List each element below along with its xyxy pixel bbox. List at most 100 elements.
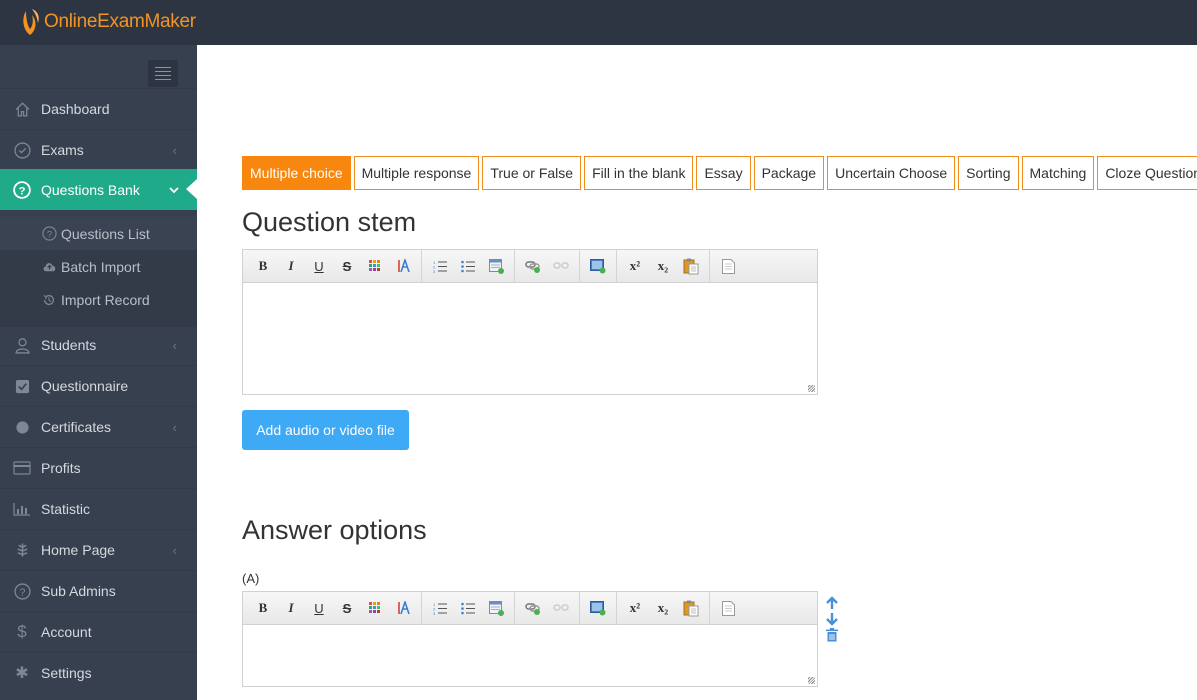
tab-uncertain-choose[interactable]: Uncertain Choose (827, 156, 956, 190)
add-audio-video-button[interactable]: Add audio or video file (242, 410, 409, 450)
superscript-button[interactable]: x² (621, 596, 649, 620)
strikethrough-button[interactable]: S (333, 596, 361, 620)
unlink-icon (553, 262, 569, 269)
svg-text:?: ? (19, 185, 26, 197)
sidebar-item-dashboard[interactable]: Dashboard (0, 88, 197, 129)
tab-matching[interactable]: Matching (1021, 156, 1095, 190)
editor-toolbar: B I U S 123 x² x₂ (243, 249, 817, 283)
sidebar-item-exams[interactable]: Exams ‹ (0, 129, 197, 170)
tab-package[interactable]: Package (753, 156, 825, 190)
question-stem-textarea[interactable] (243, 283, 817, 394)
sidebar-item-account[interactable]: $ Account (0, 611, 197, 652)
paste-button[interactable] (677, 254, 705, 278)
submenu-item-questions-list[interactable]: ? Questions List (0, 217, 197, 250)
answer-options-heading: Answer options (242, 515, 427, 545)
insert-table-button[interactable] (482, 254, 510, 278)
text-color-button[interactable] (361, 596, 389, 620)
sidebar-item-certificates[interactable]: Certificates ‹ (0, 406, 197, 447)
insert-link-button[interactable] (519, 596, 547, 620)
option-a-textarea[interactable] (243, 625, 817, 686)
sidebar-item-students[interactable]: Students ‹ (0, 324, 197, 365)
toolbar-divider (579, 591, 580, 625)
underline-button[interactable]: U (305, 596, 333, 620)
sidebar-item-questionnaire[interactable]: Questionnaire (0, 365, 197, 406)
tab-cloze-question[interactable]: Cloze Question (1097, 156, 1197, 190)
tab-sorting[interactable]: Sorting (958, 156, 1019, 190)
arrow-down-icon[interactable] (825, 612, 839, 626)
toolbar-divider (616, 591, 617, 625)
text-color-button[interactable] (361, 254, 389, 278)
toolbar-divider (709, 591, 710, 625)
unordered-list-button[interactable] (454, 254, 482, 278)
toolbar-divider (514, 591, 515, 625)
chevron-left-icon: ‹ (172, 142, 177, 158)
tab-multiple-choice[interactable]: Multiple choice (242, 156, 351, 190)
logo-text: OnlineExamMaker (44, 11, 196, 32)
paste-button[interactable] (677, 596, 705, 620)
tab-multiple-response[interactable]: Multiple response (353, 156, 480, 190)
unlink-button[interactable] (547, 254, 575, 278)
italic-button[interactable]: I (277, 254, 305, 278)
source-button[interactable] (714, 596, 742, 620)
unordered-list-button[interactable] (454, 596, 482, 620)
questions-bank-submenu: ? Questions List Batch Import Import Rec… (0, 217, 197, 327)
color-palette-icon (369, 260, 380, 271)
sidebar-item-label: Home Page (41, 542, 115, 558)
sidebar-item-statistic[interactable]: Statistic (0, 488, 197, 529)
underline-button[interactable]: U (305, 254, 333, 278)
subscript-button[interactable]: x₂ (649, 254, 677, 278)
strikethrough-button[interactable]: S (333, 254, 361, 278)
trash-icon[interactable] (826, 628, 838, 642)
ordered-list-button[interactable]: 123 (426, 596, 454, 620)
bold-button[interactable]: B (249, 254, 277, 278)
cloud-upload-icon (41, 259, 57, 275)
option-a-editor: B I U S 123 x² x₂ (242, 591, 818, 687)
remove-format-button[interactable] (389, 596, 417, 620)
question-stem-heading: Question stem (242, 207, 417, 237)
arrow-up-icon[interactable] (825, 596, 839, 610)
editor-toolbar: B I U S 123 x² x₂ (243, 591, 817, 625)
resize-handle[interactable] (808, 385, 815, 392)
sidebar-item-label: Sub Admins (41, 583, 116, 599)
insert-image-button[interactable] (584, 254, 612, 278)
user-icon (13, 336, 31, 354)
sidebar-toggle-button[interactable] (148, 60, 178, 87)
sidebar-item-label: Statistic (41, 501, 91, 517)
submenu-item-import-record[interactable]: Import Record (0, 283, 197, 316)
italic-button[interactable]: I (277, 596, 305, 620)
sidebar-item-profits[interactable]: Profits (0, 447, 197, 488)
sidebar-item-questions-bank[interactable]: ? Questions Bank (0, 169, 197, 210)
insert-link-button[interactable] (519, 254, 547, 278)
ordered-list-button[interactable]: 123 (426, 254, 454, 278)
certificate-icon (13, 418, 31, 436)
toolbar-divider (421, 591, 422, 625)
menu-icon-line (155, 79, 171, 80)
sidebar-item-settings[interactable]: ✱ Settings (0, 652, 197, 693)
unlink-button[interactable] (547, 596, 575, 620)
menu-icon-line (155, 67, 171, 68)
submenu-item-batch-import[interactable]: Batch Import (0, 250, 197, 283)
toolbar-divider (514, 249, 515, 283)
superscript-button[interactable]: x² (621, 254, 649, 278)
logo[interactable]: OnlineExamMaker (18, 6, 196, 38)
document-icon (721, 600, 735, 616)
chevron-left-icon: ‹ (172, 419, 177, 435)
insert-image-button[interactable] (584, 596, 612, 620)
bold-button[interactable]: B (249, 596, 277, 620)
subscript-button[interactable]: x₂ (649, 596, 677, 620)
question-circle-icon: ? (41, 226, 57, 242)
source-button[interactable] (714, 254, 742, 278)
sidebar-item-label: Questionnaire (41, 378, 129, 394)
sidebar-item-label: Exams (41, 142, 84, 158)
insert-table-button[interactable] (482, 596, 510, 620)
resize-handle[interactable] (808, 677, 815, 684)
sidebar-item-label: Profits (41, 460, 81, 476)
remove-format-button[interactable] (389, 254, 417, 278)
submenu-item-label: Import Record (61, 291, 150, 308)
sidebar-item-home-page[interactable]: Home Page ‹ (0, 529, 197, 570)
tab-essay[interactable]: Essay (696, 156, 751, 190)
submenu-item-label: Questions List (61, 225, 150, 242)
tab-true-or-false[interactable]: True or False (482, 156, 582, 190)
sidebar-item-sub-admins[interactable]: ? Sub Admins (0, 570, 197, 611)
tab-fill-in-the-blank[interactable]: Fill in the blank (584, 156, 694, 190)
